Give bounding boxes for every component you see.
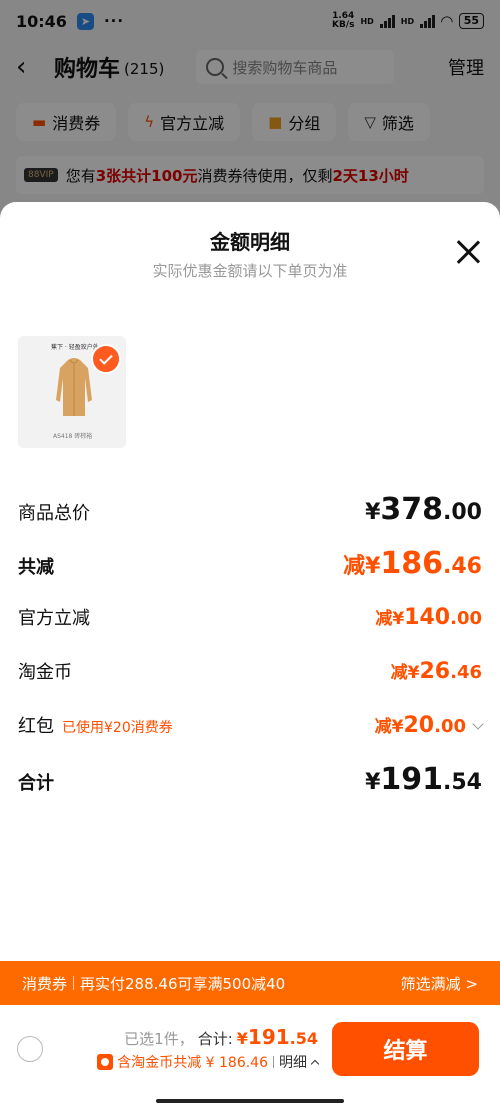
value-integer: 378 xyxy=(380,492,444,527)
currency-symbol: ¥ xyxy=(407,663,420,683)
row-taojinbi: 淘金币 减¥26.46 xyxy=(18,658,482,684)
row-hongbao[interactable]: 红包 已使用¥20消费券 减¥20.00 xyxy=(18,712,484,738)
value-integer: 20 xyxy=(403,713,435,738)
close-icon[interactable] xyxy=(456,240,480,264)
checkout-button[interactable]: 结算 xyxy=(332,1022,479,1076)
total-label: 合计: xyxy=(197,1030,233,1048)
row-value: 减¥186.46 xyxy=(343,546,482,581)
coin-discount-text: 含淘金币共减 ¥ 186.46 xyxy=(117,1055,268,1071)
value-decimal: .46 xyxy=(443,554,482,579)
jacket-image xyxy=(56,358,92,416)
checkout-bar: 已选1件， 合计: ¥191.54 含淘金币共减 ¥ 186.46 明细 结算 xyxy=(0,1005,500,1111)
total-decimal: .54 xyxy=(289,1029,318,1048)
value-decimal: .00 xyxy=(434,716,466,737)
row-official-discount: 官方立减 减¥140.00 xyxy=(18,604,482,630)
currency-symbol: ¥ xyxy=(392,609,405,629)
row-total-price: 商品总价 ¥378.00 xyxy=(18,492,482,527)
product-brand: 蕉下 · 轻盈玫户外 xyxy=(51,344,99,351)
total-integer: 191 xyxy=(247,1025,290,1049)
filter-full-reduce-link[interactable]: 筛选满减 > xyxy=(401,973,478,994)
row-label: 官方立减 xyxy=(18,608,90,629)
row-value: ¥191.54 xyxy=(365,762,482,797)
row-value: 减¥26.46 xyxy=(391,658,482,684)
checkout-summary: 已选1件， 合计: ¥191.54 xyxy=(124,1025,318,1049)
row-value: 减¥20.00 xyxy=(375,712,466,738)
row-label: 淘金币 xyxy=(18,662,72,683)
sheet-subtitle: 实际优惠金额请以下单页为准 xyxy=(152,262,348,280)
select-all-radio[interactable] xyxy=(17,1036,43,1062)
sheet-title: 金额明细 xyxy=(210,230,290,254)
row-total-reduce: 共减 减¥186.46 xyxy=(18,546,482,581)
row-sum: 合计 ¥191.54 xyxy=(18,762,482,797)
chevron-up-icon xyxy=(310,1059,320,1069)
home-indicator xyxy=(156,1099,344,1103)
currency-symbol: ¥ xyxy=(365,770,381,795)
total-amount: ¥191.54 xyxy=(237,1025,318,1049)
divider xyxy=(73,976,75,990)
currency-symbol: ¥ xyxy=(365,500,381,525)
selected-count: 已选1件， xyxy=(124,1030,194,1048)
value-integer: 186 xyxy=(380,546,444,581)
value-decimal: .46 xyxy=(450,662,482,683)
row-label: 红包 xyxy=(18,716,54,737)
coupon-text: 再实付288.46可享满500减40 xyxy=(80,974,286,993)
chevron-down-icon[interactable] xyxy=(472,718,484,730)
discount-detail-toggle[interactable]: 含淘金币共减 ¥ 186.46 明细 xyxy=(97,1052,320,1072)
coin-icon xyxy=(97,1054,114,1070)
row-value: 减¥140.00 xyxy=(375,604,482,630)
reduce-prefix: 减 xyxy=(343,554,366,579)
currency-symbol: ¥ xyxy=(236,1029,248,1048)
value-decimal: .00 xyxy=(443,500,482,525)
hongbao-used-note: 已使用¥20消费券 xyxy=(62,720,173,736)
value-integer: 140 xyxy=(404,605,451,630)
currency-symbol: ¥ xyxy=(365,554,381,579)
reduce-prefix: 减 xyxy=(390,663,408,683)
divider xyxy=(273,1056,274,1068)
currency-symbol: ¥ xyxy=(391,717,404,737)
detail-label: 明细 xyxy=(279,1055,307,1071)
selected-check-icon[interactable] xyxy=(91,344,121,374)
reduce-prefix: 减 xyxy=(375,609,393,629)
value-integer: 191 xyxy=(380,762,444,797)
row-value: ¥378.00 xyxy=(365,492,482,527)
reduce-prefix: 减 xyxy=(374,717,392,737)
product-sku: AS418 砖棕裕 xyxy=(53,433,93,440)
value-decimal: .00 xyxy=(450,608,482,629)
row-label: 商品总价 xyxy=(18,503,90,524)
coupon-promo-bar[interactable]: 消费券 再实付288.46可享满500减40 筛选满减 > xyxy=(0,961,500,1005)
row-label: 共减 xyxy=(18,557,54,578)
value-integer: 26 xyxy=(419,659,451,684)
row-label: 合计 xyxy=(18,773,54,794)
value-decimal: .54 xyxy=(443,770,482,795)
coupon-label: 消费券 xyxy=(22,974,68,993)
